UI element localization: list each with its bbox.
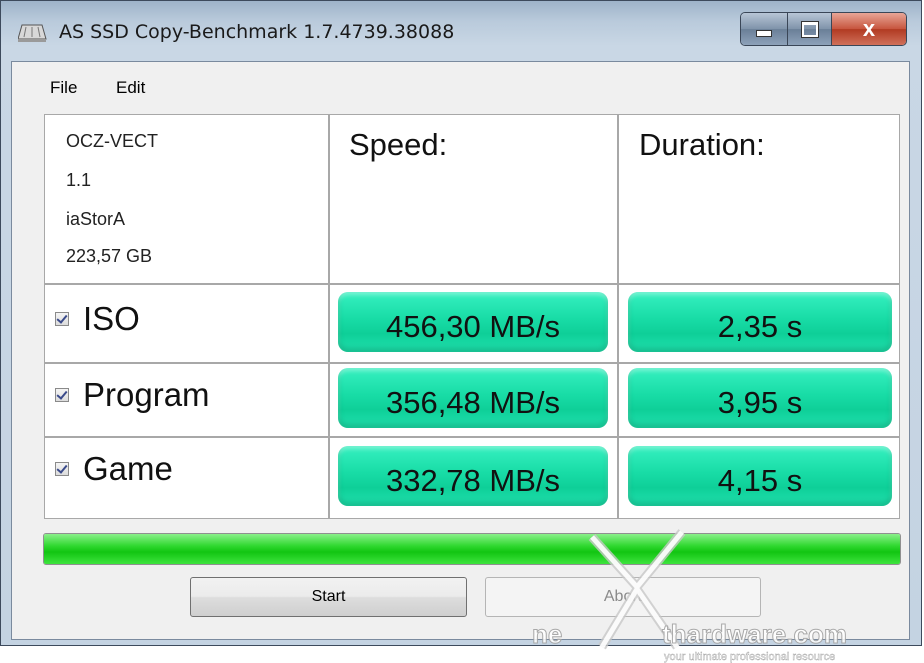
row-divider — [45, 362, 899, 364]
row-iso-label[interactable]: ISO — [55, 297, 140, 341]
row-divider — [45, 283, 899, 285]
duration-header: Duration: — [639, 127, 765, 162]
game-speed-value: 332,78 MB/s — [338, 446, 608, 506]
watermark-tagline: your ultimate professional resource — [664, 651, 836, 663]
watermark-brand-left: ne — [531, 619, 563, 650]
window-controls: x — [740, 12, 907, 46]
progress-fill — [44, 534, 900, 564]
start-button[interactable]: Start — [190, 577, 467, 617]
game-duration-value: 4,15 s — [628, 446, 892, 506]
program-speed-value: 356,48 MB/s — [338, 368, 608, 428]
maximize-button[interactable] — [788, 13, 832, 45]
client-area: File Edit OCZ-VECT 1.1 iaStorA 223,57 GB… — [11, 61, 910, 663]
row-label-text: ISO — [83, 300, 140, 337]
drive-driver: iaStorA — [66, 209, 126, 229]
menu-bar: File Edit — [12, 62, 909, 108]
results-grid: OCZ-VECT 1.1 iaStorA 223,57 GB Speed: Du… — [44, 114, 900, 519]
iso-checkbox[interactable] — [55, 312, 69, 326]
row-label-text: Game — [83, 450, 173, 487]
program-duration-value: 3,95 s — [628, 368, 892, 428]
watermark-brand-right: thardware.com — [662, 619, 848, 650]
drive-capacity: 223,57 GB — [66, 246, 153, 266]
menu-file[interactable]: File — [50, 78, 77, 98]
iso-duration-value: 2,35 s — [628, 292, 892, 352]
iso-speed-value: 456,30 MB/s — [338, 292, 608, 352]
abort-button[interactable]: Abort — [485, 577, 761, 617]
menu-edit[interactable]: Edit — [116, 78, 145, 98]
window-title: AS SSD Copy-Benchmark 1.7.4739.38088 — [59, 21, 455, 43]
column-divider — [328, 115, 330, 518]
drive-icon — [18, 24, 47, 42]
row-game-label[interactable]: Game — [55, 447, 173, 491]
column-divider — [617, 115, 619, 518]
title-bar[interactable]: AS SSD Copy-Benchmark 1.7.4739.38088 x — [1, 1, 921, 59]
minimize-button[interactable] — [741, 13, 788, 45]
close-button[interactable]: x — [832, 13, 906, 45]
progress-bar — [43, 533, 901, 565]
row-divider — [45, 436, 899, 438]
drive-firmware: 1.1 — [66, 170, 92, 190]
drive-model: OCZ-VECT — [66, 131, 158, 151]
game-checkbox[interactable] — [55, 462, 69, 476]
minimize-icon — [756, 30, 772, 37]
maximize-icon — [801, 21, 818, 37]
program-checkbox[interactable] — [55, 388, 69, 402]
close-icon: x — [862, 16, 876, 41]
row-program-label[interactable]: Program — [55, 373, 210, 417]
row-label-text: Program — [83, 376, 210, 413]
app-window: AS SSD Copy-Benchmark 1.7.4739.38088 x F… — [0, 0, 922, 663]
speed-header: Speed: — [349, 127, 448, 162]
